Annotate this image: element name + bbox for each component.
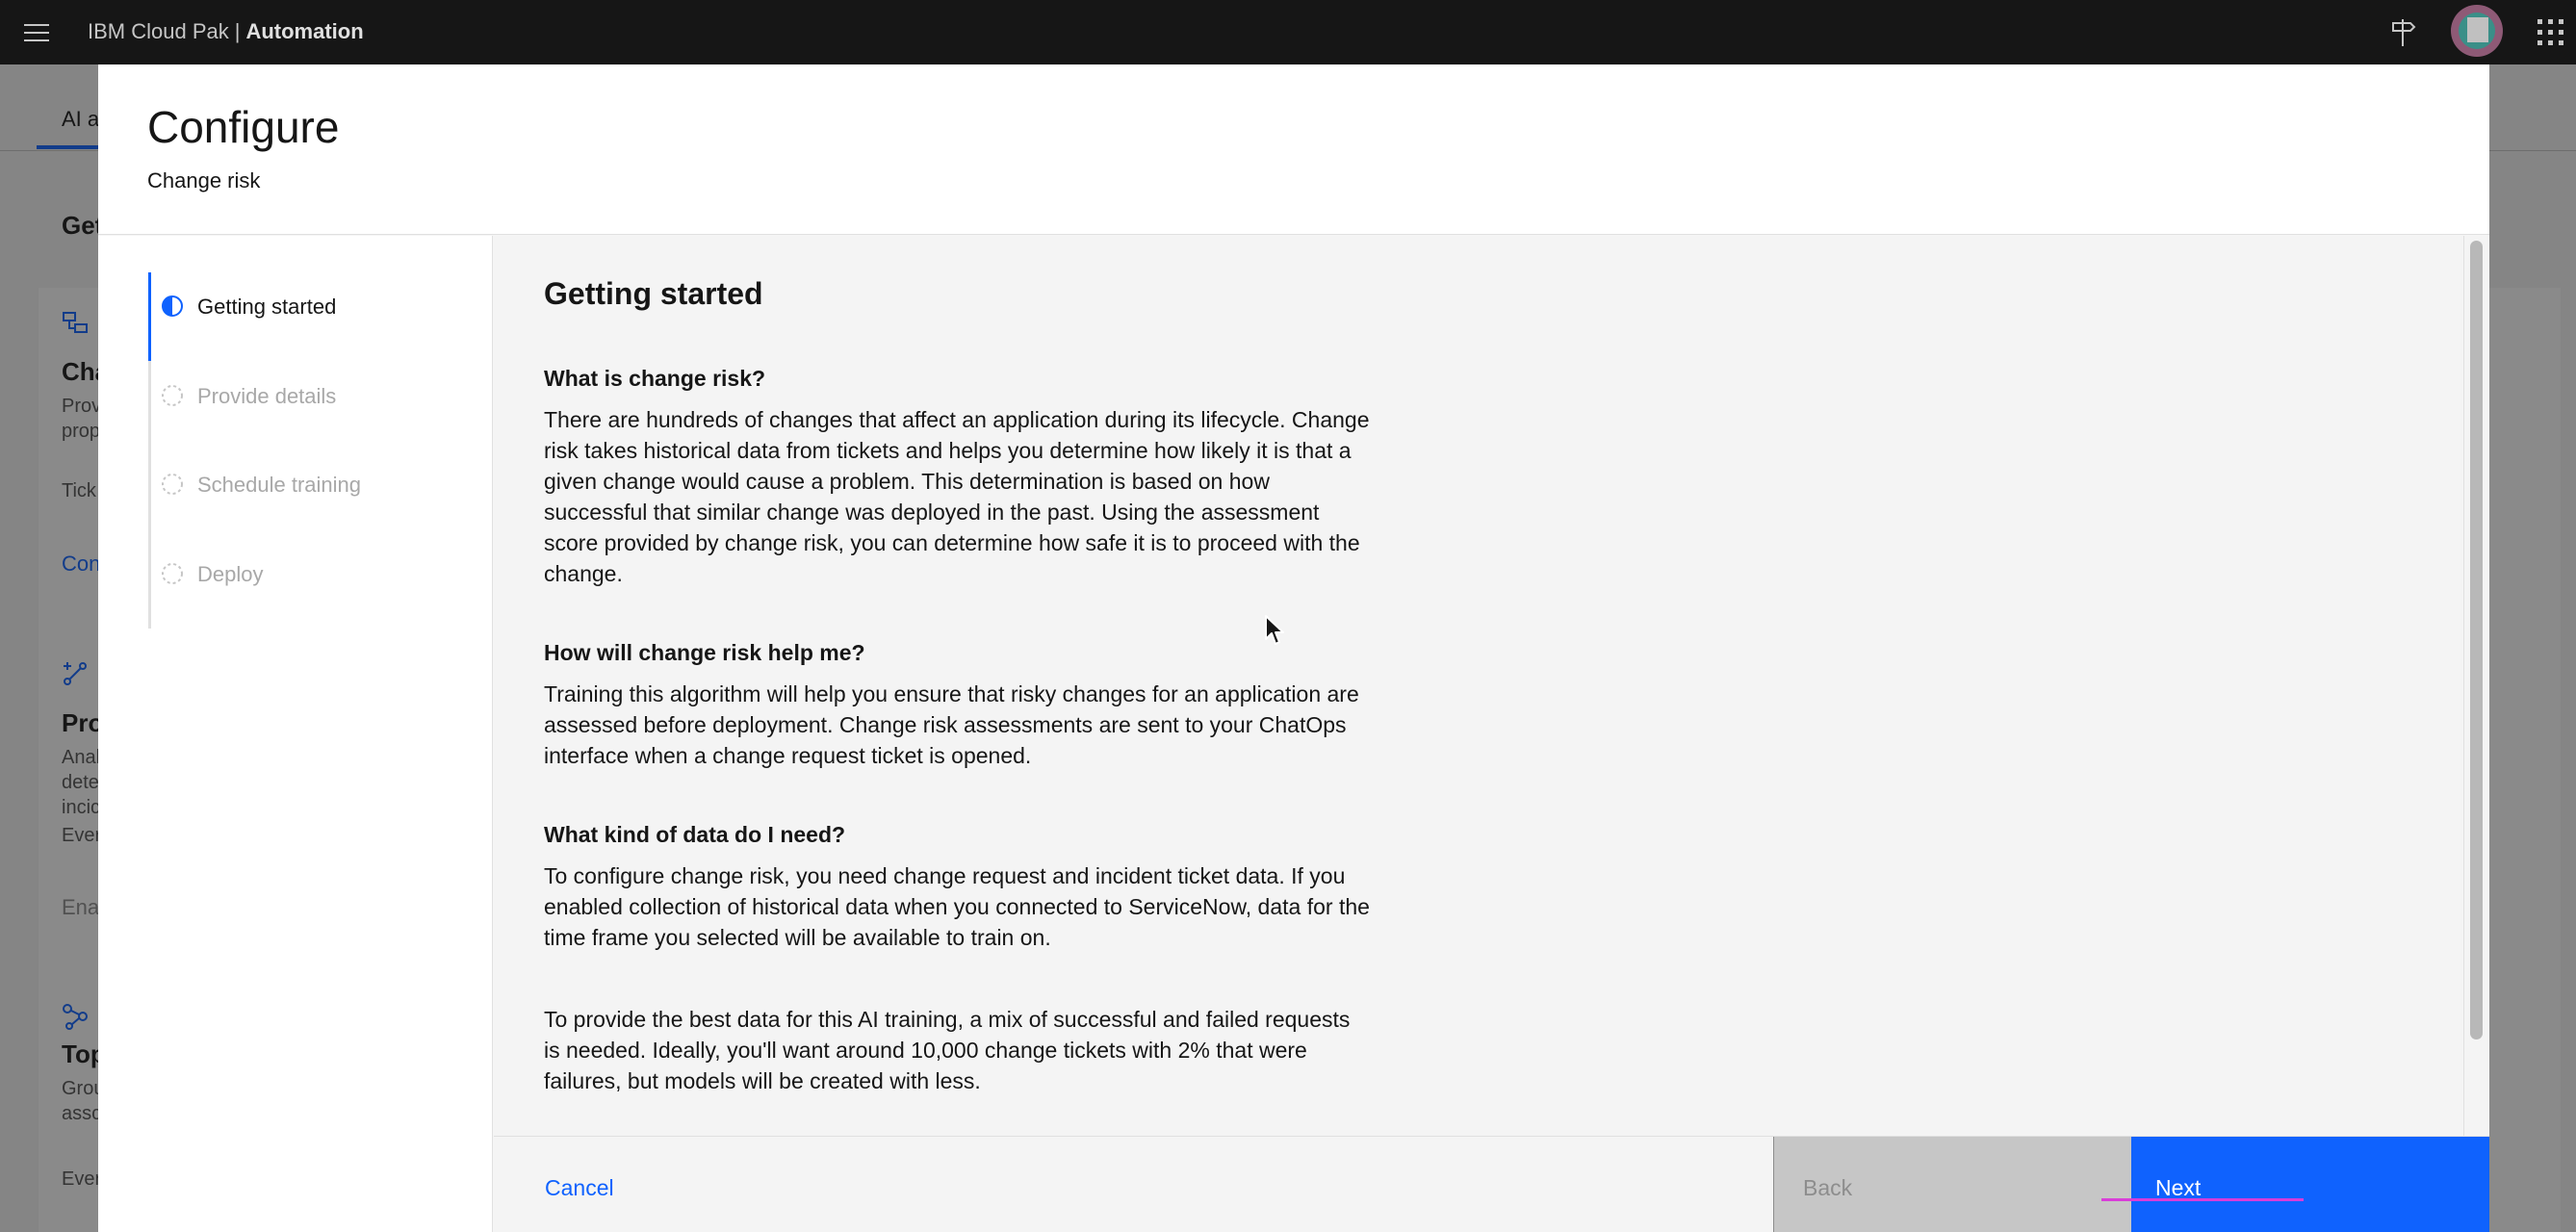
brand-product: Automation	[245, 19, 364, 43]
waypoint-icon[interactable]	[2382, 12, 2424, 54]
content-title: Getting started	[544, 276, 763, 311]
section-body: To configure change risk, you need chang…	[544, 863, 1370, 950]
section-heading: What kind of data do I need?	[544, 822, 846, 847]
shell-header: IBM Cloud Pak | Automation	[0, 0, 2576, 64]
brand-prefix: IBM Cloud Pak	[88, 19, 229, 43]
section-body: Training this algorithm will help you en…	[544, 681, 1359, 768]
modal-subtitle: Change risk	[147, 168, 261, 192]
next-button-label: Next	[2155, 1175, 2202, 1200]
step-label: Getting started	[197, 295, 337, 319]
step-label: Provide details	[197, 384, 337, 408]
step-incomplete-icon	[162, 563, 183, 584]
annotation-underline	[2101, 1198, 2304, 1201]
progress-track-active	[148, 272, 151, 361]
section-heading: How will change risk help me?	[544, 640, 865, 665]
back-button-label: Back	[1803, 1175, 1853, 1200]
brand-separator: |	[234, 19, 241, 43]
step-label: Deploy	[197, 562, 264, 586]
modal-content: Getting started What is change risk? The…	[494, 236, 2463, 1136]
step-current-icon	[162, 295, 183, 317]
user-avatar[interactable]	[2451, 5, 2503, 57]
section-body: To provide the best data for this AI tra…	[544, 1007, 1351, 1093]
cancel-button[interactable]: Cancel	[545, 1175, 614, 1201]
section-heading: What is change risk?	[544, 366, 766, 391]
step-label: Schedule training	[197, 473, 362, 497]
menu-icon[interactable]	[21, 17, 52, 48]
configure-modal: Configure Change risk Getting started Pr…	[98, 64, 2489, 1232]
app-switcher-icon[interactable]	[2530, 12, 2572, 54]
progress-indicator: Getting started Provide details Schedule…	[98, 236, 493, 1232]
brand-name[interactable]: IBM Cloud Pak | Automation	[88, 15, 364, 48]
modal-title: Configure	[147, 102, 340, 152]
content-scrollbar-thumb[interactable]	[2470, 241, 2483, 1040]
back-button[interactable]: Back	[1773, 1137, 2131, 1232]
next-button[interactable]: Next	[2131, 1137, 2489, 1232]
step-incomplete-icon	[162, 385, 183, 406]
step-incomplete-icon	[162, 474, 183, 495]
modal-header: Configure Change risk	[98, 64, 2489, 235]
mouse-cursor-icon	[1265, 615, 1284, 645]
modal-footer: Cancel Back Next	[494, 1136, 2489, 1232]
section-body: There are hundreds of changes that affec…	[544, 407, 1370, 586]
